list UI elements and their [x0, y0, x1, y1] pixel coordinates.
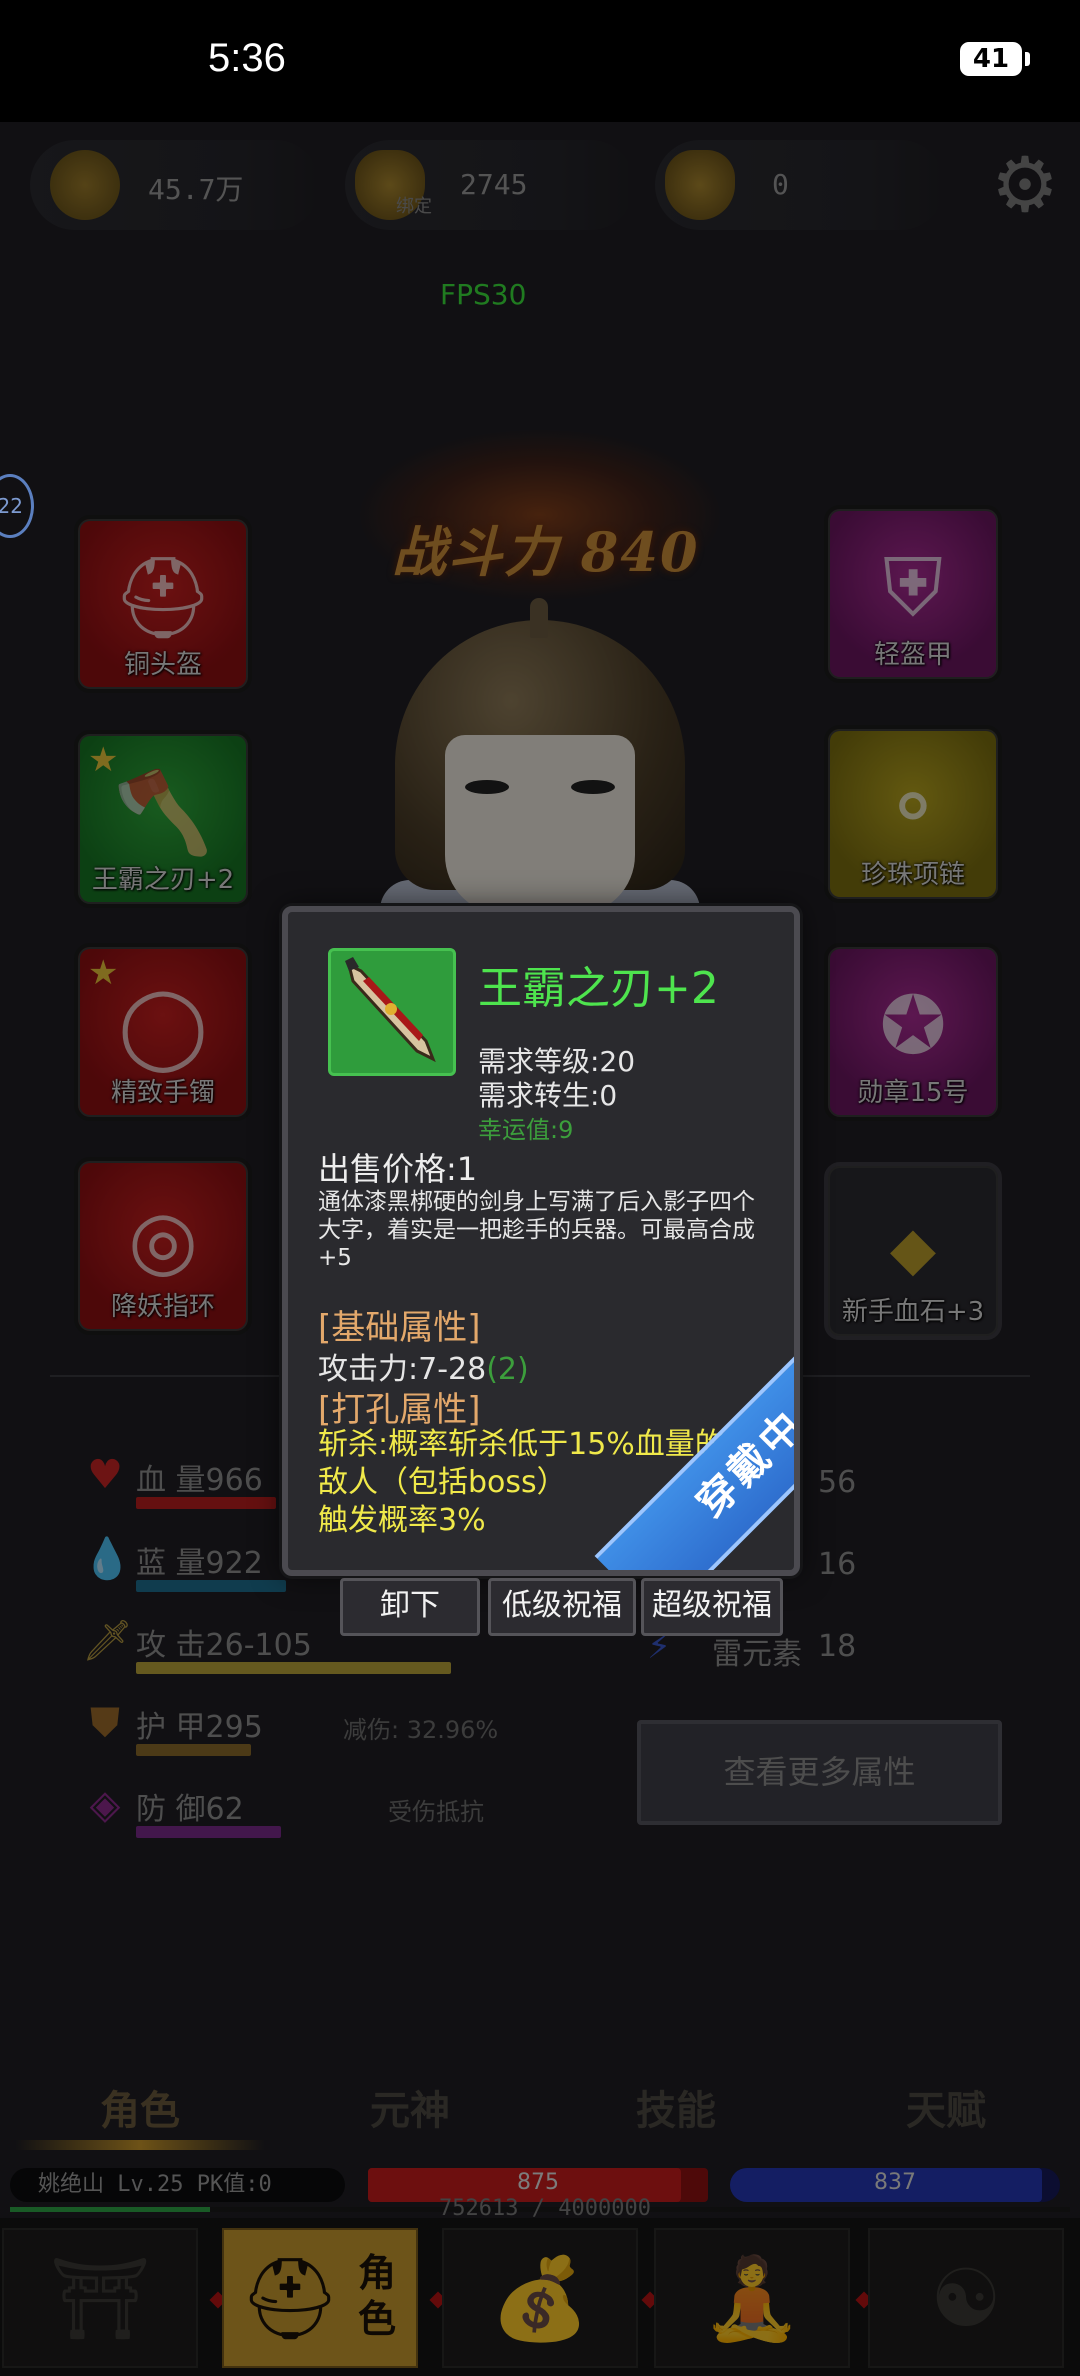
- blade-icon: [345, 957, 436, 1063]
- battery-icon: 41: [960, 42, 1022, 76]
- status-bar: [0, 0, 1080, 122]
- item-name: 王霸之刃+2: [478, 963, 719, 1014]
- luck-value: 幸运值:9: [478, 1116, 574, 1144]
- sell-price: 出售价格:1: [318, 1150, 478, 1188]
- clock: 5:36: [208, 36, 286, 80]
- attack-bonus: (2): [486, 1352, 529, 1387]
- item-icon: [328, 948, 456, 1076]
- socket-attributes-header: [打孔属性]: [318, 1390, 481, 1430]
- super-blessing-button[interactable]: 超级祝福: [641, 1578, 783, 1636]
- unequip-button[interactable]: 卸下: [340, 1578, 480, 1636]
- item-tooltip: 王霸之刃+2 需求等级:20 需求转生:0 幸运值:9 出售价格:1 通体漆黑梆…: [282, 906, 800, 1576]
- low-blessing-button[interactable]: 低级祝福: [488, 1578, 636, 1636]
- required-rebirth: 需求转生:0: [478, 1079, 618, 1112]
- battery-tip: [1025, 52, 1030, 66]
- item-description: 通体漆黑梆硬的剑身上写满了后入影子四个大字，着实是一把趁手的兵器。可最高合成+5: [318, 1189, 755, 1271]
- base-attributes-header: [基础属性]: [318, 1308, 481, 1348]
